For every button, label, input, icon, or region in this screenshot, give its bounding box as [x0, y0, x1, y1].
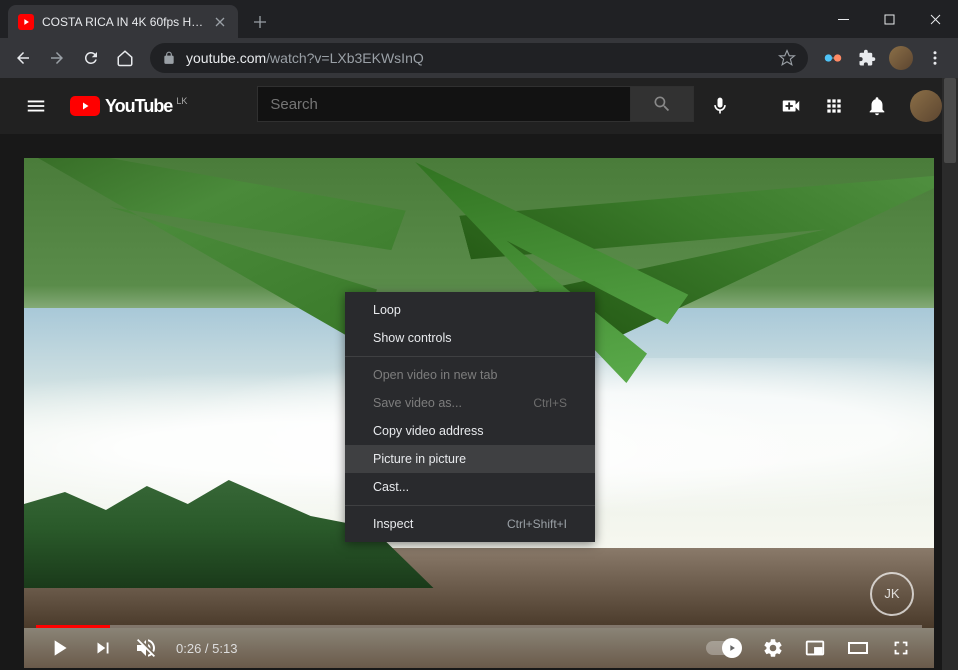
ctx-loop[interactable]: Loop [345, 296, 595, 324]
close-window-button[interactable] [912, 0, 958, 38]
youtube-logo-text: YouTube [105, 96, 172, 117]
ctx-show-controls[interactable]: Show controls [345, 324, 595, 352]
fullscreen-button[interactable] [880, 628, 922, 668]
forward-button[interactable] [40, 41, 74, 75]
autoplay-thumb-icon [722, 638, 742, 658]
maximize-button[interactable] [866, 0, 912, 38]
autoplay-toggle[interactable] [706, 641, 740, 655]
create-button[interactable] [780, 95, 802, 117]
miniplayer-button[interactable] [794, 628, 836, 668]
browser-menu-button[interactable] [921, 44, 949, 72]
home-button[interactable] [108, 41, 142, 75]
scrollbar[interactable] [942, 78, 958, 670]
hamburger-menu-button[interactable] [16, 86, 56, 126]
ctx-separator [345, 505, 595, 506]
lock-icon [162, 51, 176, 65]
settings-button[interactable] [752, 628, 794, 668]
ctx-open-new-tab: Open video in new tab [345, 361, 595, 389]
browser-title-bar: COSTA RICA IN 4K 60fps HDR (U... [0, 0, 958, 38]
youtube-region-label: LK [176, 96, 187, 106]
channel-watermark[interactable]: JK [870, 572, 914, 616]
ctx-cast[interactable]: Cast... [345, 473, 595, 501]
youtube-header-right [780, 90, 942, 122]
new-tab-button[interactable] [246, 8, 274, 36]
extensions-button[interactable] [853, 44, 881, 72]
avatar-icon [889, 46, 913, 70]
apps-button[interactable] [824, 96, 844, 116]
tab-close-button[interactable] [212, 14, 228, 30]
youtube-favicon [18, 14, 34, 30]
reload-button[interactable] [74, 41, 108, 75]
mute-button[interactable] [124, 628, 168, 668]
youtube-logo-icon [70, 96, 100, 116]
ctx-picture-in-picture[interactable]: Picture in picture [345, 445, 595, 473]
ctx-inspect[interactable]: InspectCtrl+Shift+I [345, 510, 595, 538]
url-field[interactable]: youtube.com/watch?v=LXb3EKWsInQ [150, 43, 808, 73]
profile-avatar-button[interactable] [887, 44, 915, 72]
youtube-logo[interactable]: YouTube LK [70, 96, 187, 117]
back-button[interactable] [6, 41, 40, 75]
bookmark-star-button[interactable] [778, 49, 796, 67]
youtube-header: YouTube LK [0, 78, 958, 134]
theater-mode-button[interactable] [836, 628, 880, 668]
search-input[interactable] [257, 86, 630, 122]
time-display: 0:26 / 5:13 [176, 641, 237, 656]
search-button[interactable] [630, 86, 694, 122]
scrollbar-thumb[interactable] [944, 78, 956, 163]
extension-glasses-icon[interactable] [819, 44, 847, 72]
ctx-save-as: Save video as...Ctrl+S [345, 389, 595, 417]
context-menu: Loop Show controls Open video in new tab… [345, 292, 595, 542]
account-avatar-button[interactable] [910, 90, 942, 122]
browser-address-bar: youtube.com/watch?v=LXb3EKWsInQ [0, 38, 958, 78]
notifications-button[interactable] [866, 95, 888, 117]
voice-search-button[interactable] [700, 86, 740, 126]
avatar-icon [910, 90, 942, 122]
ctx-separator [345, 356, 595, 357]
url-text: youtube.com/watch?v=LXb3EKWsInQ [186, 50, 778, 66]
search-container [257, 86, 740, 126]
minimize-button[interactable] [820, 0, 866, 38]
player-controls: 0:26 / 5:13 [24, 628, 934, 668]
next-button[interactable] [82, 628, 124, 668]
browser-tab[interactable]: COSTA RICA IN 4K 60fps HDR (U... [8, 5, 238, 38]
play-button[interactable] [36, 628, 82, 668]
ctx-copy-address[interactable]: Copy video address [345, 417, 595, 445]
tab-title: COSTA RICA IN 4K 60fps HDR (U... [42, 15, 206, 29]
window-controls [820, 0, 958, 38]
